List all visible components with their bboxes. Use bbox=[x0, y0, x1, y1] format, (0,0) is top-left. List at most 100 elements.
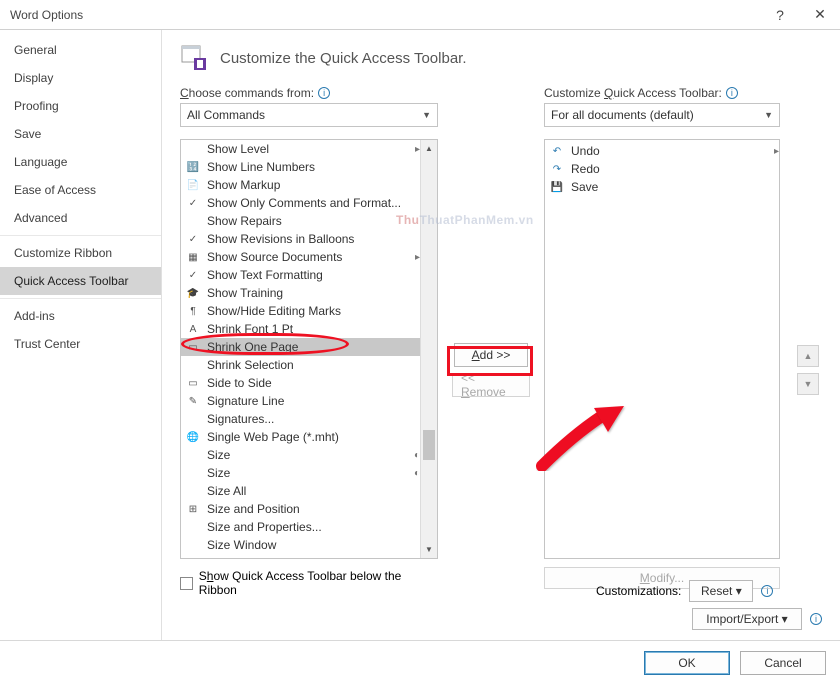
add-button[interactable]: Add >> bbox=[454, 343, 528, 367]
info-icon[interactable]: i bbox=[726, 87, 738, 99]
command-item[interactable]: 🌐Single Web Page (*.mht) bbox=[181, 428, 420, 446]
qat-item[interactable]: ↶Undo▸ bbox=[545, 142, 779, 160]
command-item[interactable]: 🎓 Show Training bbox=[181, 284, 420, 302]
command-icon: ✎ bbox=[185, 396, 201, 407]
command-label: Size bbox=[207, 448, 408, 462]
sidebar-item-quick-access-toolbar[interactable]: Quick Access Toolbar bbox=[0, 267, 161, 295]
command-item[interactable]: 🔢Show Line Numbers bbox=[181, 158, 420, 176]
chevron-down-icon: ▼ bbox=[764, 110, 773, 120]
command-item[interactable]: ✎ Signature Line bbox=[181, 392, 420, 410]
command-label: Signature Line bbox=[207, 394, 420, 408]
command-item[interactable]: Shrink Selection bbox=[181, 356, 420, 374]
scroll-down-button[interactable]: ▼ bbox=[421, 541, 437, 558]
main-area: General Display Proofing Save Language E… bbox=[0, 30, 840, 640]
ok-button[interactable]: OK bbox=[644, 651, 730, 675]
command-label: Show Revisions in Balloons bbox=[207, 232, 420, 246]
qat-item[interactable]: ↷ Redo bbox=[545, 160, 779, 178]
sidebar-item-add-ins[interactable]: Add-ins bbox=[0, 298, 161, 330]
command-icon: 🔢 bbox=[185, 162, 201, 173]
scroll-thumb[interactable] bbox=[423, 430, 435, 460]
command-item[interactable]: ✓ Show Revisions in Balloons bbox=[181, 230, 420, 248]
page-heading: Customize the Quick Access Toolbar. bbox=[180, 44, 822, 72]
dialog-footer: OK Cancel bbox=[0, 640, 840, 684]
move-down-button[interactable]: ▼ bbox=[797, 373, 819, 395]
chevron-down-icon: ▼ bbox=[422, 110, 431, 120]
qat-listbox[interactable]: ↶Undo▸↷Redo💾Save bbox=[544, 139, 780, 559]
command-label: Size Window bbox=[207, 538, 420, 552]
sidebar-item-advanced[interactable]: Advanced bbox=[0, 204, 161, 232]
close-button[interactable]: ✕ bbox=[800, 0, 840, 30]
show-below-ribbon-label: Show Quick Access Toolbar below the Ribb… bbox=[199, 569, 438, 597]
command-item[interactable]: A Shrink Font 1 Pt bbox=[181, 320, 420, 338]
command-icon: ▦ bbox=[185, 252, 201, 263]
sidebar-item-language[interactable]: Language bbox=[0, 148, 161, 176]
command-icon: ▭ bbox=[185, 378, 201, 389]
command-item[interactable]: ▭ Side to Side bbox=[181, 374, 420, 392]
command-item[interactable]: Skip Numbering bbox=[181, 554, 420, 558]
sidebar-item-save[interactable]: Save bbox=[0, 120, 161, 148]
command-icon: ⊞ bbox=[185, 504, 201, 515]
import-export-button[interactable]: Import/Export ▾ bbox=[692, 608, 802, 630]
info-icon[interactable]: i bbox=[810, 613, 822, 625]
category-sidebar: General Display Proofing Save Language E… bbox=[0, 30, 162, 640]
qat-item-icon: 💾 bbox=[549, 182, 565, 193]
sidebar-item-general[interactable]: General bbox=[0, 36, 161, 64]
command-label: Size bbox=[207, 466, 408, 480]
remove-button: << Remove bbox=[452, 373, 530, 397]
command-label: Side to Side bbox=[207, 376, 420, 390]
command-item[interactable]: Signatures... bbox=[181, 410, 420, 428]
cancel-button[interactable]: Cancel bbox=[740, 651, 826, 675]
command-item[interactable]: 📄Show Markup bbox=[181, 176, 420, 194]
command-item[interactable]: ¶Show/Hide Editing Marks bbox=[181, 302, 420, 320]
command-item[interactable]: Size◐ bbox=[181, 446, 420, 464]
command-label: Show Training bbox=[207, 286, 420, 300]
sidebar-item-ease-of-access[interactable]: Ease of Access bbox=[0, 176, 161, 204]
customize-qat-combo[interactable]: For all documents (default)▼ bbox=[544, 103, 780, 127]
command-item[interactable]: Size and Properties... bbox=[181, 518, 420, 536]
show-below-ribbon-checkbox[interactable] bbox=[180, 577, 193, 590]
command-item[interactable]: ✓ Show Only Comments and Format... bbox=[181, 194, 420, 212]
command-label: Size All bbox=[207, 484, 420, 498]
choose-commands-combo[interactable]: All Commands▼ bbox=[180, 103, 438, 127]
sidebar-item-customize-ribbon[interactable]: Customize Ribbon bbox=[0, 235, 161, 267]
customize-qat-label: Customize Quick Access Toolbar: i bbox=[544, 86, 780, 100]
command-icon: A bbox=[185, 324, 201, 335]
scroll-up-button[interactable]: ▲ bbox=[421, 140, 437, 157]
command-item[interactable]: Size Window bbox=[181, 536, 420, 554]
command-icon: ¶ bbox=[185, 306, 201, 317]
command-icon: ✓ bbox=[185, 234, 201, 245]
sidebar-item-proofing[interactable]: Proofing bbox=[0, 92, 161, 120]
info-icon[interactable]: i bbox=[761, 585, 773, 597]
command-label: Shrink Selection bbox=[207, 358, 420, 372]
command-item[interactable]: ▭Shrink One Page bbox=[181, 338, 420, 356]
command-item[interactable]: ⊞Size and Position bbox=[181, 500, 420, 518]
command-item[interactable]: Show Repairs bbox=[181, 212, 420, 230]
page-title: Customize the Quick Access Toolbar. bbox=[220, 50, 467, 67]
reset-button[interactable]: Reset ▾ bbox=[689, 580, 753, 602]
command-item[interactable]: Size All bbox=[181, 482, 420, 500]
command-item[interactable]: ▦Show Source Documents▸ bbox=[181, 248, 420, 266]
command-label: Show Only Comments and Format... bbox=[207, 196, 420, 210]
qat-item-icon: ↷ bbox=[549, 164, 565, 175]
qat-item-label: Undo bbox=[571, 144, 768, 158]
customizations-label: Customizations: bbox=[596, 584, 681, 598]
command-item[interactable]: Size◐ bbox=[181, 464, 420, 482]
command-label: Show Markup bbox=[207, 178, 420, 192]
qat-item[interactable]: 💾Save bbox=[545, 178, 779, 196]
commands-listbox[interactable]: Show Level▸🔢Show Line Numbers📄Show Marku… bbox=[180, 139, 438, 559]
command-label: Show Source Documents bbox=[207, 250, 409, 264]
scrollbar[interactable]: ▲ ▼ bbox=[420, 140, 437, 558]
submenu-icon: ▸ bbox=[774, 146, 779, 157]
sidebar-item-display[interactable]: Display bbox=[0, 64, 161, 92]
command-item[interactable]: Show Level▸ bbox=[181, 140, 420, 158]
move-up-button[interactable]: ▲ bbox=[797, 345, 819, 367]
info-icon[interactable]: i bbox=[318, 87, 330, 99]
content-pane: Customize the Quick Access Toolbar. Choo… bbox=[162, 30, 840, 640]
command-label: Shrink Font 1 Pt bbox=[207, 322, 420, 336]
sidebar-item-trust-center[interactable]: Trust Center bbox=[0, 330, 161, 358]
help-button[interactable]: ? bbox=[760, 0, 800, 30]
qat-item-label: Redo bbox=[571, 162, 779, 176]
command-icon: 🎓 bbox=[185, 288, 201, 299]
command-icon: ✓ bbox=[185, 198, 201, 209]
command-item[interactable]: ✓Show Text Formatting bbox=[181, 266, 420, 284]
